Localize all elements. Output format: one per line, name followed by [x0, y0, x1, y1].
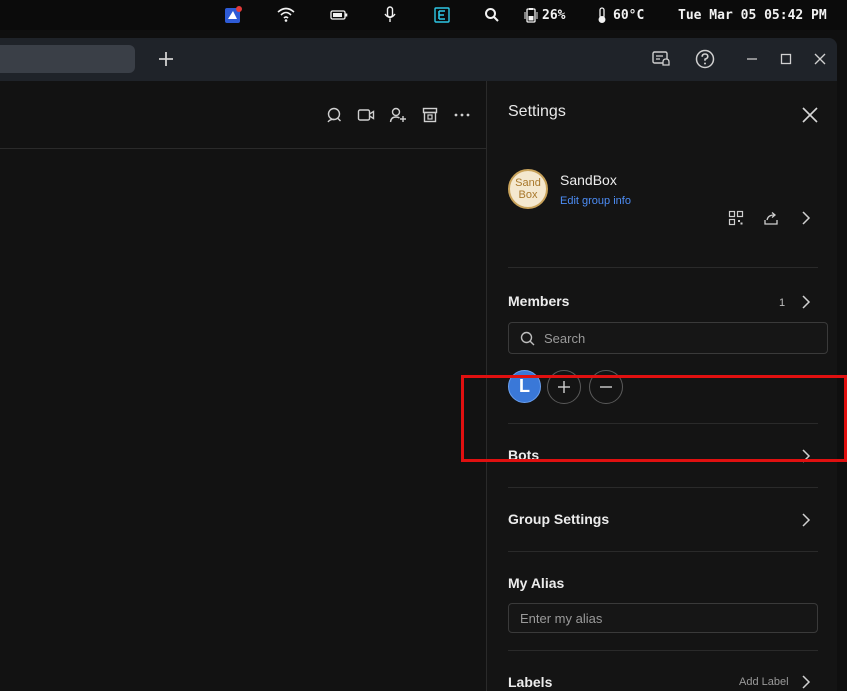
labels-label: Labels: [508, 674, 553, 690]
close-icon[interactable]: [809, 48, 831, 70]
divider: [508, 267, 818, 268]
group-info-chevron-icon[interactable]: [799, 211, 813, 225]
members-count: 1: [779, 297, 786, 309]
battery-icon[interactable]: [330, 5, 348, 25]
video-call-icon[interactable]: [356, 105, 376, 125]
share-icon[interactable]: [762, 209, 780, 227]
group-settings-label[interactable]: Group Settings: [508, 511, 609, 527]
temperature-status[interactable]: 60°C: [596, 5, 644, 25]
group-avatar[interactable]: Sand Box: [508, 169, 548, 209]
member-search-input[interactable]: Search: [508, 322, 828, 354]
close-panel-icon[interactable]: [800, 105, 820, 125]
microphone-icon[interactable]: [383, 5, 397, 25]
search-icon[interactable]: [484, 5, 500, 25]
group-name: SandBox: [560, 172, 617, 188]
edit-group-info-link[interactable]: Edit group info: [560, 195, 631, 207]
qr-code-icon[interactable]: [727, 209, 745, 227]
labels-chevron-icon[interactable]: [799, 675, 813, 689]
alias-placeholder: Enter my alias: [520, 611, 603, 626]
battery-percent: 26%: [542, 7, 566, 23]
wifi-icon[interactable]: [277, 5, 295, 25]
app-window: Settings Sand Box SandBox Edit group inf…: [0, 38, 837, 691]
datetime-text[interactable]: Tue Mar 05 05:42 PM: [678, 5, 827, 25]
group-avatar-line2: Box: [518, 189, 538, 201]
tab-bar: [0, 38, 837, 81]
add-member-icon[interactable]: [388, 105, 408, 125]
more-icon[interactable]: [452, 105, 472, 125]
highlight-box: [461, 375, 847, 462]
new-tab-plus-icon[interactable]: [155, 48, 177, 70]
minimize-icon[interactable]: [741, 48, 763, 70]
divider: [508, 650, 818, 651]
thermometer-icon: [598, 7, 606, 23]
settings-title: Settings: [508, 103, 566, 120]
temperature-text: 60°C: [613, 7, 645, 23]
battery-status-icon: [524, 8, 538, 23]
battery-status[interactable]: 26%: [524, 5, 565, 25]
chat-header: [0, 81, 486, 149]
group-settings-chevron-icon[interactable]: [799, 513, 813, 527]
add-label-link[interactable]: Add Label: [739, 676, 789, 688]
app-icon[interactable]: [224, 5, 242, 25]
group-avatar-line1: Sand: [515, 177, 541, 189]
maximize-icon[interactable]: [775, 48, 797, 70]
divider: [508, 551, 818, 552]
members-label[interactable]: Members: [508, 293, 569, 309]
e-badge-icon[interactable]: [434, 5, 450, 25]
search-chat-icon[interactable]: [324, 105, 344, 125]
archive-icon[interactable]: [420, 105, 440, 125]
members-chevron-icon[interactable]: [799, 295, 813, 309]
tab-search-field[interactable]: [0, 45, 135, 73]
search-icon: [520, 331, 535, 351]
divider: [508, 487, 818, 488]
help-icon[interactable]: [694, 48, 716, 70]
member-search-placeholder: Search: [544, 331, 586, 346]
my-alias-label: My Alias: [508, 575, 565, 591]
alias-input[interactable]: Enter my alias: [508, 603, 818, 633]
notification-settings-icon[interactable]: [650, 48, 672, 70]
system-top-bar: 26% 60°C Tue Mar 05 05:42 PM: [0, 0, 847, 30]
